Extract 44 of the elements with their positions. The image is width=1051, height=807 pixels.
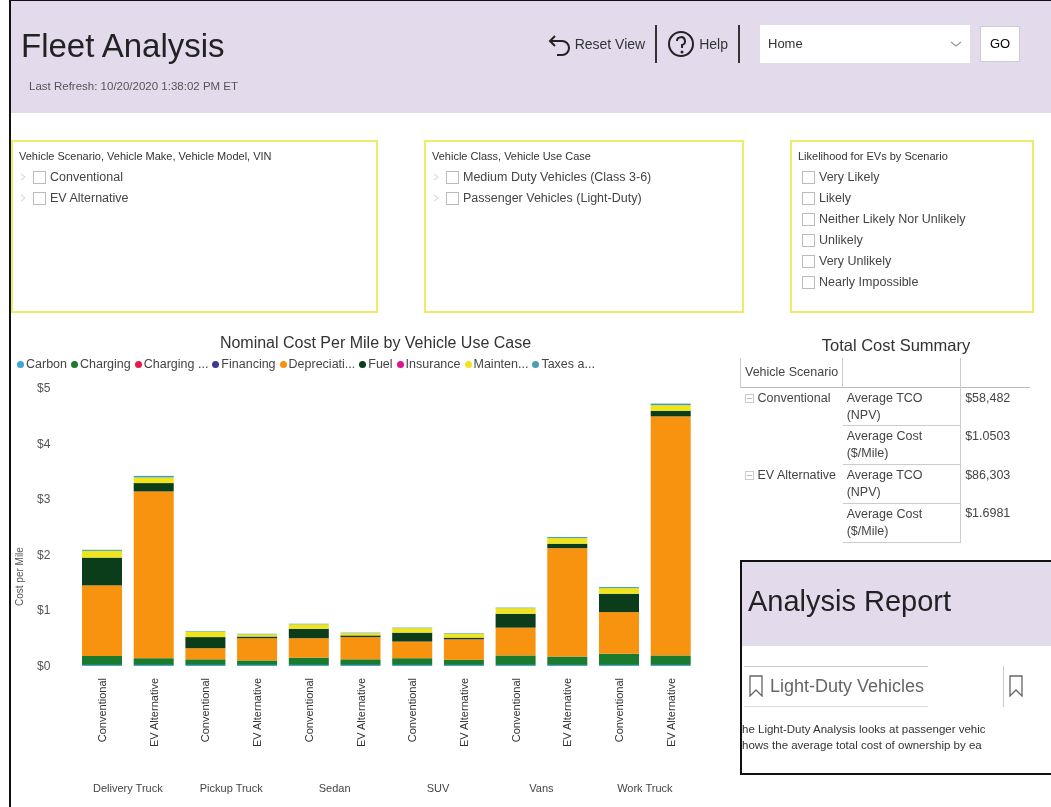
y-axis-label: Cost per Mile <box>14 546 25 606</box>
report-text: hows the average total cost of ownership by ea <box>742 737 983 753</box>
slicer-title: Vehicle Class, Vehicle Use Case <box>432 149 592 164</box>
y-tick-label: $3 <box>37 491 51 506</box>
x-tick-label: EV Alternative <box>457 677 470 747</box>
column-header: Vehicle Scenario <box>740 357 843 388</box>
value-cell: $1.0503 <box>960 425 1031 465</box>
group-label: Sedan <box>318 781 351 794</box>
x-tick-label: Conventional <box>509 677 522 742</box>
x-tick-label: EV Alternative <box>147 677 160 747</box>
group-label: Pickup Truck <box>199 781 263 794</box>
y-tick-label: $0 <box>37 658 51 673</box>
x-tick-label: Conventional <box>406 677 419 742</box>
y-tick-label: $5 <box>37 380 51 395</box>
x-tick-label: Conventional <box>199 677 212 742</box>
x-tick-label: EV Alternative <box>354 677 367 747</box>
measure-cell: Average TCO (NPV) <box>842 464 961 504</box>
report-title: Analysis Report <box>742 561 1051 646</box>
measure-cell: Average Cost ($/Mile) <box>842 503 961 543</box>
measure-cell: Average Cost ($/Mile) <box>842 425 961 465</box>
x-tick-label: EV Alternative <box>251 677 264 747</box>
x-tick-label: EV Alternative <box>664 677 677 747</box>
value-cell: $86,303 <box>960 464 1031 504</box>
page-title: Fleet Analysis <box>21 29 226 62</box>
slicer-title: Vehicle Scenario, Vehicle Make, Vehicle Model, VIN <box>19 149 273 164</box>
x-tick-label: Conventional <box>613 677 625 742</box>
measure-cell: Average TCO (NPV) <box>842 387 961 426</box>
group-label: Delivery Truck <box>93 781 163 794</box>
x-tick-label: Conventional <box>302 677 315 742</box>
group-label: SUV <box>426 781 450 794</box>
table-title: Total Cost Summary <box>820 335 972 356</box>
y-tick-label: $4 <box>37 436 51 451</box>
x-tick-label: Conventional <box>96 677 108 742</box>
value-cell: $58,482 <box>960 387 1031 426</box>
slicer-title: Likelihood for EVs by Scenario <box>798 149 949 164</box>
value-cell: $1.6981 <box>960 503 1031 543</box>
group-label: Vans <box>529 781 554 794</box>
y-tick-label: $2 <box>37 547 51 562</box>
y-tick-label: $1 <box>37 603 51 618</box>
group-label: Work Truck <box>617 781 673 794</box>
x-tick-label: EV Alternative <box>561 677 574 747</box>
chart-title: Nominal Cost Per Mile by Vehicle Use Case <box>218 333 533 353</box>
report-text: he Light-Duty Analysis looks at passenger vehic <box>742 721 987 737</box>
last-refresh-text: Last Refresh: 10/20/2020 1:38:02 PM ET <box>29 79 239 94</box>
